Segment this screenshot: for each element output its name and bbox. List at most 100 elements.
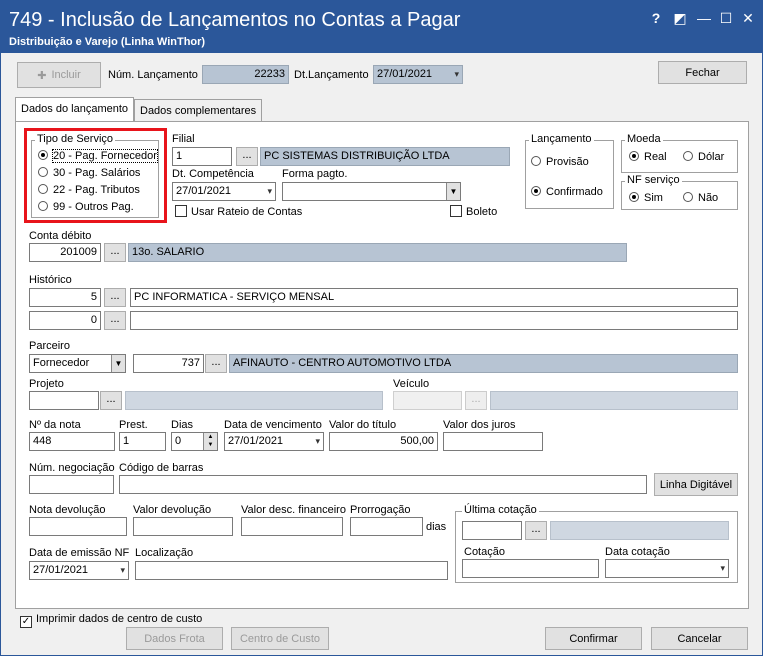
parceiro-lookup-button[interactable]: ...	[205, 354, 227, 373]
cotacao-name-field	[550, 521, 729, 540]
moeda-title: Moeda	[625, 133, 663, 145]
valor-devolucao-field[interactable]	[133, 517, 233, 536]
chevron-down-icon: ▾	[267, 186, 272, 196]
maximize-icon[interactable]: ☐	[717, 9, 735, 27]
localizacao-field[interactable]	[135, 561, 448, 580]
cotacao-lookup-button[interactable]: ...	[525, 521, 547, 540]
lancamento-group: Lançamento	[525, 133, 614, 209]
num-negociacao-label: Núm. negociação	[29, 462, 115, 474]
cotacao-code-field[interactable]	[462, 521, 522, 540]
radio-sim[interactable]: Sim	[629, 192, 663, 204]
close-icon[interactable]: ✕	[739, 9, 757, 27]
dt-lancamento-field[interactable]: 27/01/2021 ▾	[373, 65, 463, 84]
chevron-down-icon: ▾	[454, 69, 459, 79]
historico-code1-field[interactable]: 5	[29, 288, 101, 307]
prest-field[interactable]: 1	[119, 432, 166, 451]
dropdown-arrow-icon: ▼	[446, 183, 460, 200]
radio-nao[interactable]: Não	[683, 192, 718, 204]
filial-code-field[interactable]: 1	[172, 147, 232, 166]
radio-pag-salarios[interactable]: 30 - Pag. Salários	[38, 167, 140, 179]
imprimir-cc-checkbox[interactable]: ✓ Imprimir dados de centro de custo	[20, 613, 202, 628]
conta-debito-name-field: 13o. SALARIO	[128, 243, 627, 262]
forma-pagto-select[interactable]: ▼	[282, 182, 461, 201]
veiculo-code-field	[393, 391, 462, 410]
projeto-label: Projeto	[29, 378, 64, 390]
dados-frota-button[interactable]: Dados Frota	[126, 627, 223, 650]
vencimento-label: Data de vencimento	[224, 419, 322, 431]
historico-label: Histórico	[29, 274, 72, 286]
valor-devolucao-label: Valor devolução	[133, 504, 212, 516]
radio-provisao[interactable]: Provisão	[531, 156, 589, 168]
radio-dolar[interactable]: Dólar	[683, 151, 724, 163]
cotacao-field[interactable]	[462, 559, 599, 578]
radio-confirmado[interactable]: Confirmado	[531, 186, 603, 198]
confirmar-button[interactable]: Confirmar	[545, 627, 642, 650]
num-lancamento-field: 22233	[202, 65, 289, 84]
codigo-barras-label: Código de barras	[119, 462, 204, 474]
tab-dados-complementares[interactable]: Dados complementares	[134, 99, 263, 123]
historico-lookup1-button[interactable]: ...	[104, 288, 126, 307]
cotacao-label: Cotação	[464, 546, 505, 558]
data-emissao-label: Data de emissão NF	[29, 547, 130, 559]
conta-debito-label: Conta débito	[29, 230, 92, 242]
forma-pagto-label: Forma pagto.	[282, 168, 348, 180]
filial-lookup-button[interactable]: ...	[236, 147, 258, 166]
dt-competencia-field[interactable]: 27/01/2021 ▾	[172, 182, 276, 201]
valor-desc-field[interactable]	[241, 517, 343, 536]
num-negociacao-field[interactable]	[29, 475, 114, 494]
dt-lancamento-label: Dt.Lançamento	[294, 69, 369, 81]
plus-icon: ✚	[37, 69, 47, 82]
incluir-button[interactable]: ✚ Incluir	[17, 62, 101, 88]
historico-text1-field[interactable]: PC INFORMATICA - SERVIÇO MENSAL	[130, 288, 738, 307]
dias-stepper[interactable]: 0 ▲ ▼	[171, 432, 218, 451]
centro-custo-button[interactable]: Centro de Custo	[231, 627, 329, 650]
incluir-label: Incluir	[51, 69, 81, 81]
projeto-lookup-button[interactable]: ...	[100, 391, 122, 410]
radio-real[interactable]: Real	[629, 151, 667, 163]
restore-icon[interactable]: ◩	[671, 9, 689, 27]
window-subtitle: Distribuição e Varejo (Linha WinThor)	[9, 36, 206, 48]
help-icon[interactable]: ?	[647, 9, 665, 27]
prorrogacao-field[interactable]	[350, 517, 423, 536]
data-emissao-field[interactable]: 27/01/2021 ▾	[29, 561, 129, 580]
conta-debito-code-field[interactable]: 201009	[29, 243, 101, 262]
valor-titulo-label: Valor do título	[329, 419, 397, 431]
nf-servico-title: NF serviço	[625, 174, 682, 186]
cancelar-button[interactable]: Cancelar	[651, 627, 748, 650]
nota-devolucao-field[interactable]	[29, 517, 127, 536]
projeto-code-field[interactable]	[29, 391, 99, 410]
dialog-window: 749 - Inclusão de Lançamentos no Contas …	[0, 0, 763, 656]
data-cotacao-label: Data cotação	[605, 546, 670, 558]
radio-outros-pag[interactable]: 99 - Outros Pag.	[38, 201, 134, 213]
historico-lookup2-button[interactable]: ...	[104, 311, 126, 330]
linha-digitavel-button[interactable]: Linha Digitável	[654, 473, 738, 496]
minimize-icon[interactable]: —	[695, 9, 713, 27]
historico-code2-field[interactable]: 0	[29, 311, 101, 330]
nota-devolucao-label: Nota devolução	[29, 504, 106, 516]
boleto-checkbox[interactable]: Boleto	[450, 205, 497, 218]
valor-titulo-field[interactable]: 500,00	[329, 432, 438, 451]
fechar-button[interactable]: Fechar	[658, 61, 747, 84]
conta-debito-lookup-button[interactable]: ...	[104, 243, 126, 262]
tipo-servico-title: Tipo de Serviço	[35, 133, 116, 145]
codigo-barras-field[interactable]	[119, 475, 647, 494]
historico-text2-field[interactable]	[130, 311, 738, 330]
filial-name-field: PC SISTEMAS DISTRIBUIÇÃO LTDA	[260, 147, 510, 166]
tab-dados-lancamento[interactable]: Dados do lançamento	[15, 97, 135, 123]
ultima-cotacao-title: Última cotação	[462, 504, 539, 516]
filial-label: Filial	[172, 133, 195, 145]
spin-down-icon[interactable]: ▼	[203, 441, 217, 450]
data-cotacao-field[interactable]: ▾	[605, 559, 729, 578]
nota-field[interactable]: 448	[29, 432, 115, 451]
parceiro-code-field[interactable]: 737	[133, 354, 204, 373]
dropdown-arrow-icon: ▼	[111, 355, 125, 372]
parceiro-type-select[interactable]: Fornecedor ▼	[29, 354, 126, 373]
valor-juros-field[interactable]	[443, 432, 543, 451]
vencimento-field[interactable]: 27/01/2021 ▾	[224, 432, 324, 451]
lancamento-title: Lançamento	[529, 133, 594, 145]
prorrogacao-label: Prorrogação	[350, 504, 411, 516]
radio-pag-tributos[interactable]: 22 - Pag. Tributos	[38, 184, 140, 196]
radio-pag-fornecedor[interactable]: 20 - Pag. Fornecedor	[38, 149, 158, 163]
window-title: 749 - Inclusão de Lançamentos no Contas …	[9, 9, 461, 31]
usar-rateio-checkbox[interactable]: Usar Rateio de Contas	[175, 205, 302, 218]
